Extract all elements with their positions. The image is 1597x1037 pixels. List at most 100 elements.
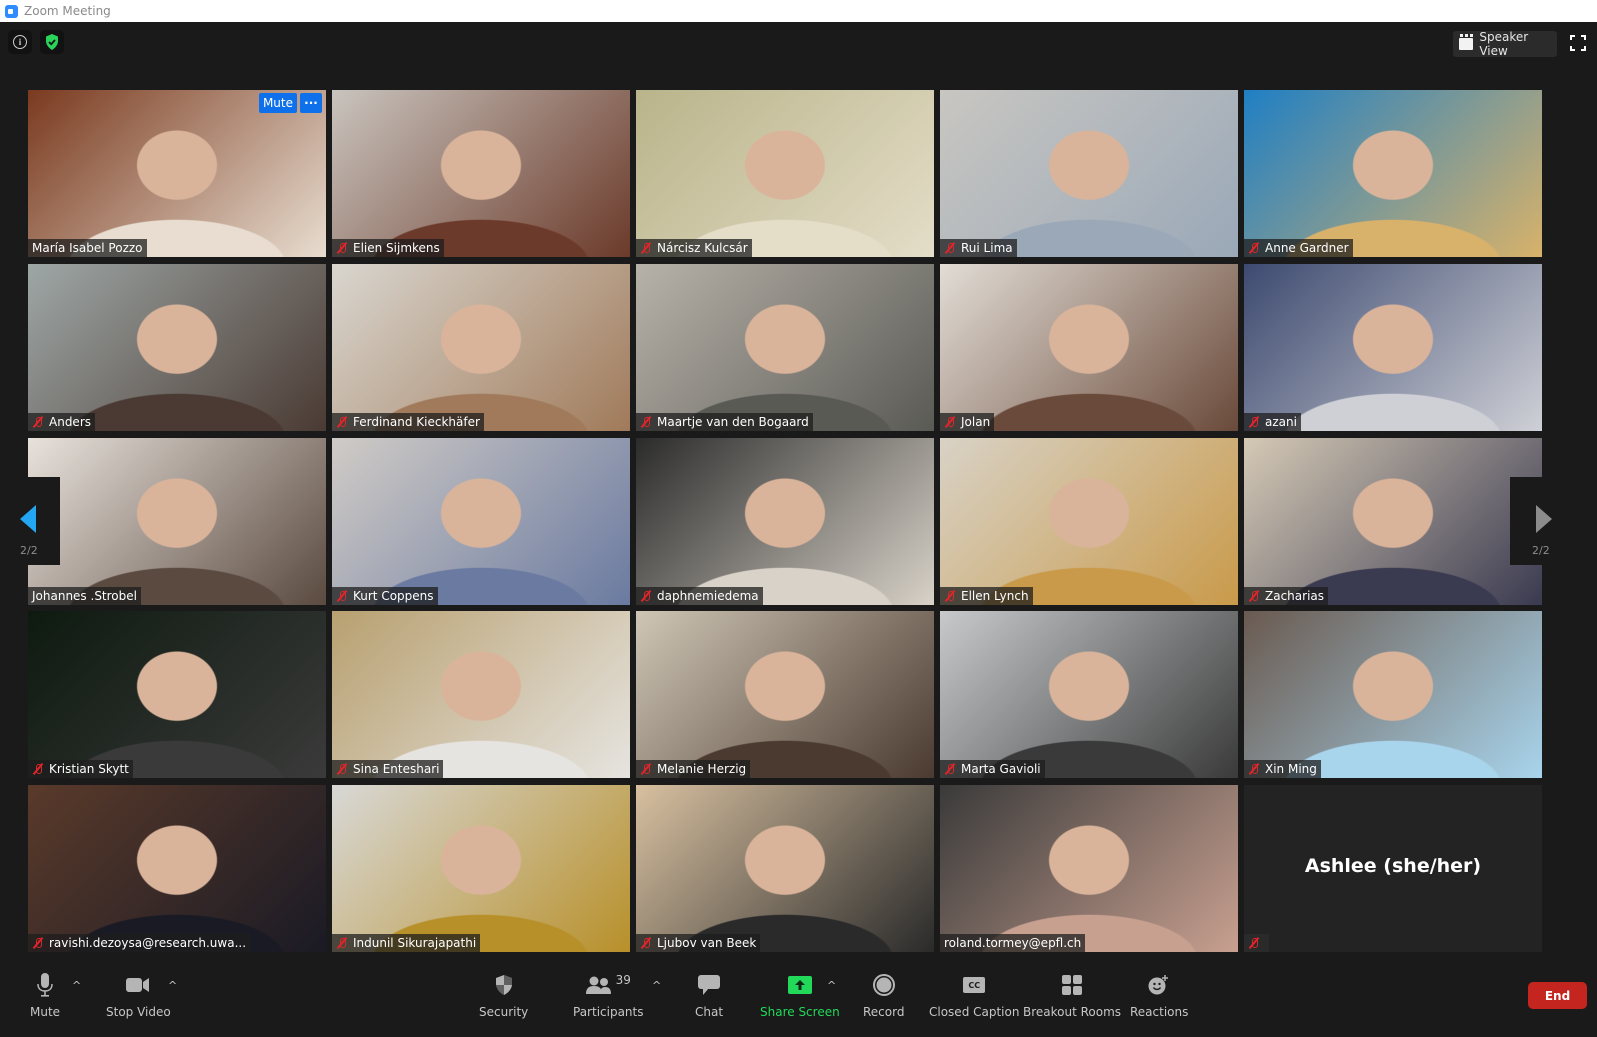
participant-tile[interactable]: Melanie Herzig: [636, 611, 934, 778]
share-options-caret[interactable]: ^: [827, 979, 836, 992]
mic-muted-icon: [944, 416, 956, 428]
participant-video: [940, 264, 1238, 431]
mute-button[interactable]: Mute: [30, 971, 60, 1019]
meeting-controls-toolbar: Mute ^ Stop Video ^ Security 39 Particip…: [0, 965, 1597, 1037]
mic-muted-icon: [32, 937, 44, 949]
participant-tile[interactable]: Anne Gardner: [1244, 90, 1542, 257]
participant-tile[interactable]: Marta Gavioli: [940, 611, 1238, 778]
participant-tile[interactable]: ravishi.dezoysa@research.uwa...: [28, 785, 326, 952]
video-options-caret[interactable]: ^: [168, 979, 177, 992]
security-button[interactable]: Security: [479, 971, 528, 1019]
next-page-button[interactable]: 2/2: [1510, 477, 1570, 565]
mute-label: Mute: [30, 1005, 61, 1019]
reactions-label: Reactions: [1130, 1005, 1189, 1019]
previous-page-button[interactable]: 2/2: [0, 477, 60, 565]
mic-muted-icon: [640, 242, 652, 254]
participant-name-tag: Johannes .Strobel: [28, 587, 141, 605]
participant-name-tag: Ellen Lynch: [940, 587, 1033, 605]
mic-muted-icon: [640, 590, 652, 602]
participant-name-tag: Marta Gavioli: [940, 760, 1045, 778]
participant-video: [332, 90, 630, 257]
participant-name-tag: Kurt Coppens: [332, 587, 438, 605]
mic-muted-icon: [1248, 763, 1260, 775]
participant-name-tag: Xin Ming: [1244, 760, 1321, 778]
participant-tile[interactable]: Kristian Skytt: [28, 611, 326, 778]
mic-muted-icon: [336, 416, 348, 428]
participant-tile[interactable]: daphnemiedema: [636, 438, 934, 605]
participant-tile[interactable]: Ellen Lynch: [940, 438, 1238, 605]
participant-tile[interactable]: Kurt Coppens: [332, 438, 630, 605]
participant-video: [636, 90, 934, 257]
participant-tile[interactable]: Ferdinand Kieckhäfer: [332, 264, 630, 431]
participant-video: [332, 264, 630, 431]
encryption-shield-button[interactable]: [40, 30, 64, 54]
participant-name: Marta Gavioli: [961, 762, 1041, 776]
participant-tile[interactable]: Sina Enteshari: [332, 611, 630, 778]
security-shield-icon: [495, 971, 513, 999]
participant-tile[interactable]: María Isabel Pozzo Mute ···: [28, 90, 326, 257]
shield-check-icon: [46, 34, 58, 50]
participants-button[interactable]: 39 Participants: [573, 971, 644, 1019]
participant-video: [1244, 438, 1542, 605]
mic-muted-icon: [944, 590, 956, 602]
participant-name-tag: María Isabel Pozzo: [28, 239, 147, 257]
participant-tile[interactable]: Indunil Sikurajapathi: [332, 785, 630, 952]
audio-options-caret[interactable]: ^: [72, 979, 81, 992]
participant-tile[interactable]: azani: [1244, 264, 1542, 431]
participants-options-caret[interactable]: ^: [652, 979, 661, 992]
participant-tile[interactable]: Elien Sijmkens: [332, 90, 630, 257]
participant-name: Anne Gardner: [1265, 241, 1349, 255]
more-options-button[interactable]: ···: [300, 93, 322, 113]
record-button[interactable]: Record: [863, 971, 904, 1019]
participant-tile[interactable]: Anders: [28, 264, 326, 431]
participant-tile[interactable]: Ashlee (she/her): [1244, 785, 1542, 952]
mute-participant-button[interactable]: Mute: [258, 93, 297, 113]
info-icon: i: [13, 35, 27, 49]
participant-display-name: Ashlee (she/her): [1304, 855, 1482, 877]
closed-caption-button[interactable]: CC Closed Caption: [929, 971, 1019, 1019]
participant-video: [28, 90, 326, 257]
participant-name-tag: ravishi.dezoysa@research.uwa...: [28, 934, 251, 952]
participant-tile[interactable]: Jolan: [940, 264, 1238, 431]
participant-name-tag: Sina Enteshari: [332, 760, 444, 778]
participant-name-tag: Kristian Skytt: [28, 760, 133, 778]
participant-name: Melanie Herzig: [657, 762, 747, 776]
participant-tile[interactable]: Ljubov van Beek: [636, 785, 934, 952]
meeting-info-button[interactable]: i: [8, 30, 32, 54]
participant-name: Sina Enteshari: [353, 762, 440, 776]
chat-button[interactable]: Chat: [695, 971, 723, 1019]
breakout-rooms-button[interactable]: Breakout Rooms: [1023, 971, 1121, 1019]
participant-tile[interactable]: Maartje van den Bogaard: [636, 264, 934, 431]
participant-tile[interactable]: Nárcisz Kulcsár: [636, 90, 934, 257]
participant-name: Kristian Skytt: [49, 762, 129, 776]
participant-tile[interactable]: Johannes .Strobel: [28, 438, 326, 605]
speaker-view-icon: [1459, 34, 1474, 50]
mic-muted-icon: [640, 416, 652, 428]
share-screen-label: Share Screen: [760, 1005, 840, 1019]
participant-tile[interactable]: Xin Ming: [1244, 611, 1542, 778]
mic-muted-icon: [336, 763, 348, 775]
share-screen-icon: [787, 971, 812, 999]
participant-name-tag: Maartje van den Bogaard: [636, 413, 813, 431]
participant-tile[interactable]: Zacharias: [1244, 438, 1542, 605]
participants-count: 39: [615, 973, 631, 987]
breakout-rooms-label: Breakout Rooms: [1023, 1005, 1122, 1019]
mic-muted-icon: [640, 937, 652, 949]
tile-hover-actions: Mute ···: [258, 93, 322, 113]
record-icon: [872, 971, 895, 999]
mic-muted-icon: [1248, 416, 1260, 428]
participants-label: Participants: [573, 1005, 644, 1019]
mic-muted-icon: [1248, 937, 1260, 949]
participant-name-tag: Indunil Sikurajapathi: [332, 934, 481, 952]
reactions-button[interactable]: Reactions: [1130, 971, 1188, 1019]
participant-tile[interactable]: roland.tormey@epfl.ch: [940, 785, 1238, 952]
mic-muted-icon: [336, 590, 348, 602]
end-meeting-button[interactable]: End: [1528, 982, 1587, 1009]
stop-video-button[interactable]: Stop Video: [106, 971, 171, 1019]
fullscreen-button[interactable]: [1570, 35, 1586, 51]
participant-name: daphnemiedema: [657, 589, 759, 603]
participant-name-tag: azani: [1244, 413, 1301, 431]
participant-name-tag: Zacharias: [1244, 587, 1329, 605]
participant-tile[interactable]: Rui Lima: [940, 90, 1238, 257]
speaker-view-button[interactable]: Speaker View: [1453, 30, 1557, 58]
